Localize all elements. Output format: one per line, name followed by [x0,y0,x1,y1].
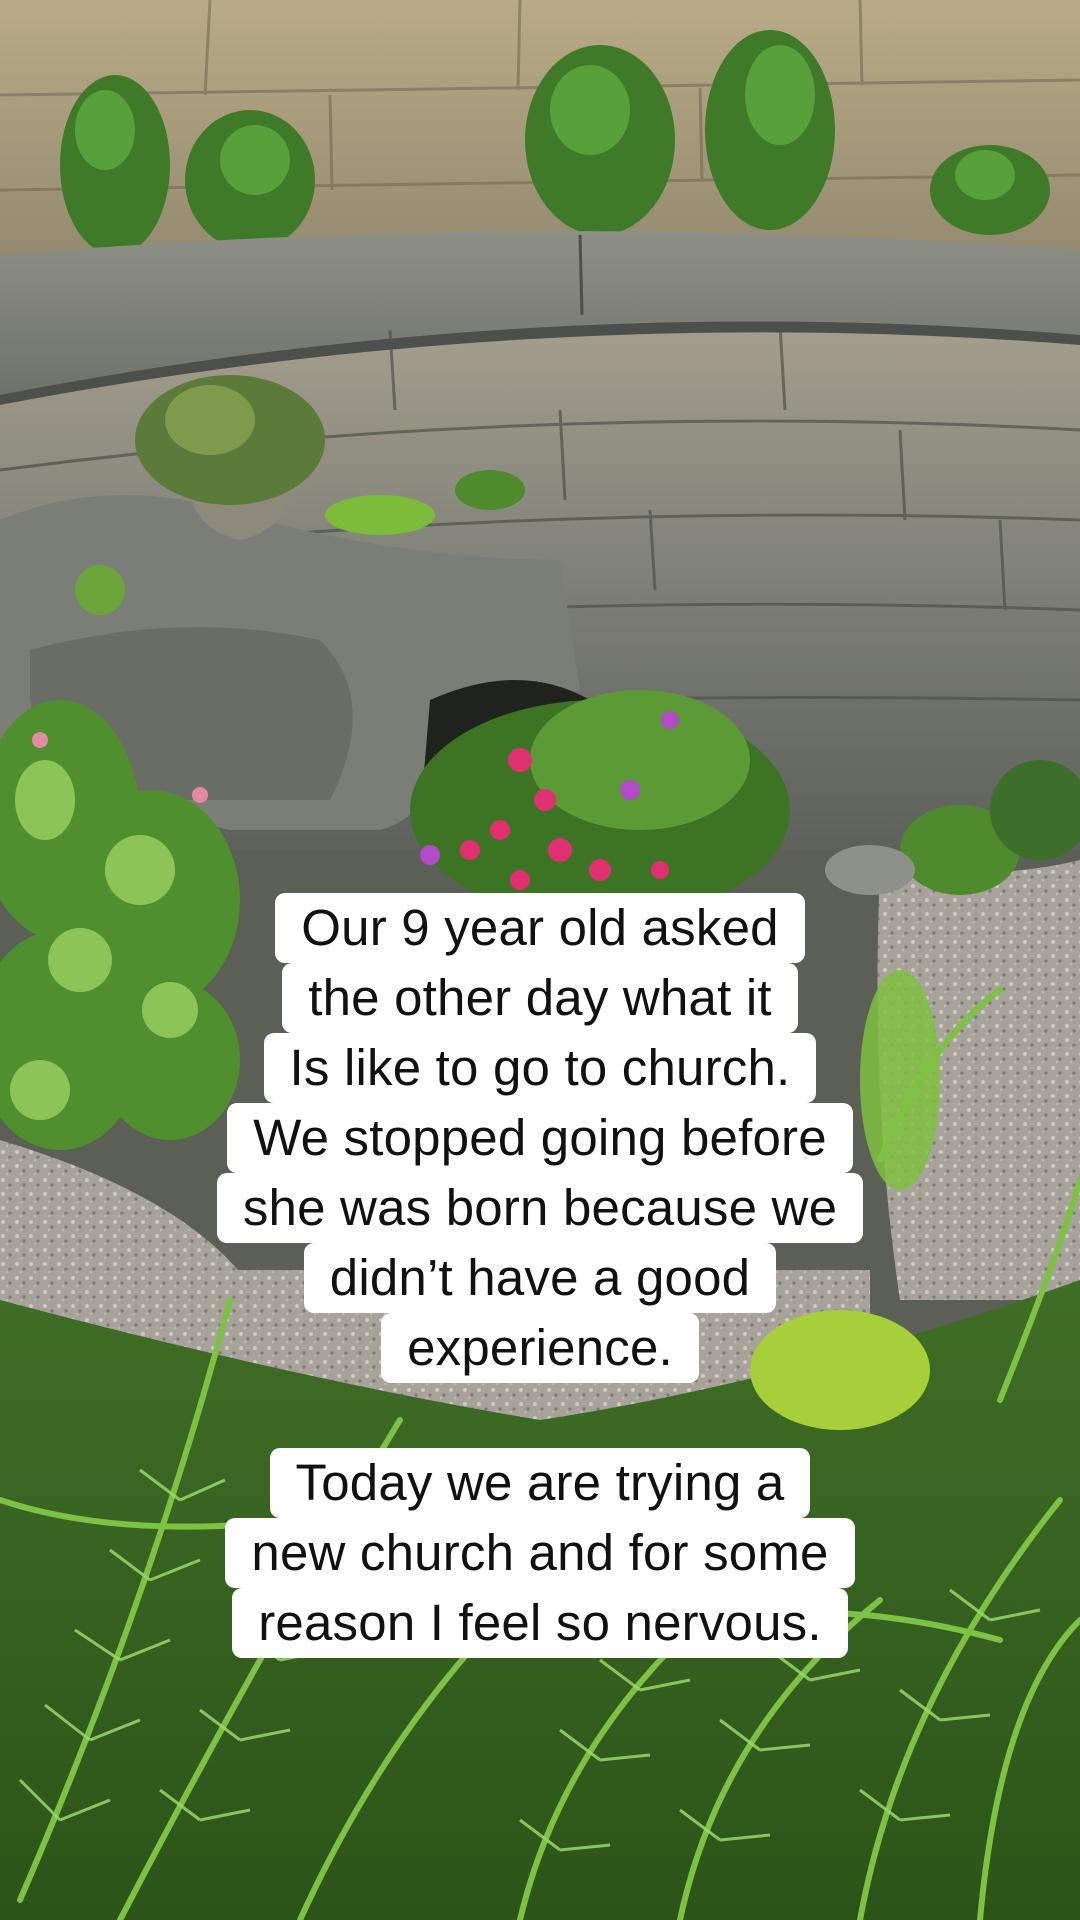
caption-line: experience. [381,1313,699,1383]
caption-line: We stopped going before [227,1103,853,1173]
caption-block-1: Our 9 year old asked the other day what … [0,893,1080,1383]
caption-line: Is like to go to church. [263,1033,817,1103]
caption-line: Our 9 year old asked [275,893,805,963]
caption-line: she was born because we [216,1173,864,1243]
caption-line: the other day what it [282,963,798,1033]
caption-block-2: Today we are trying a new church and for… [0,1448,1080,1658]
photo-scene: Our 9 year old asked the other day what … [0,0,1080,1920]
caption-line: new church and for some [225,1518,855,1588]
caption-line: didn’t have a good [303,1243,777,1313]
caption-line: Today we are trying a [269,1448,811,1518]
caption-line: reason I feel so nervous. [232,1588,848,1658]
